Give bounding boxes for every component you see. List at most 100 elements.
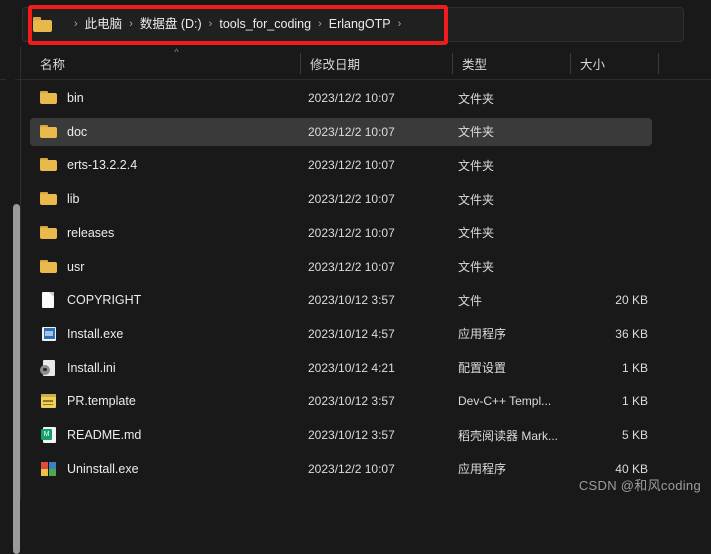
breadcrumb-separator: › xyxy=(74,18,78,30)
folder-icon xyxy=(40,157,58,173)
file-name-cell: COPYRIGHT xyxy=(40,286,141,314)
file-type-cell: 文件夹 xyxy=(458,158,495,173)
file-name-label: erts-13.2.2.4 xyxy=(67,158,138,173)
breadcrumb-separator: › xyxy=(208,18,213,30)
breadcrumb-separator: › xyxy=(397,18,402,30)
breadcrumb-item-1[interactable]: 此电脑 xyxy=(85,18,123,31)
file-date-cell: 2023/12/2 10:07 xyxy=(308,158,395,173)
file-type-cell: 应用程序 xyxy=(458,327,507,342)
file-type-cell: 配置设置 xyxy=(458,361,507,376)
file-row[interactable]: bin 2023/12/2 10:07 文件夹 xyxy=(30,84,652,112)
file-name-label: lib xyxy=(67,192,80,207)
breadcrumb-item-4[interactable]: ErlangOTP xyxy=(329,18,391,31)
breadcrumb-bar[interactable]: › 此电脑 › 数据盘 (D:) › tools_for_coding › ErlangOTP… xyxy=(22,7,684,42)
file-row[interactable]: Install.exe 2023/10/12 4:57 应用程序 36 KB xyxy=(30,320,652,348)
file-size-cell xyxy=(530,151,648,179)
file-date-cell: 2023/12/2 10:07 xyxy=(308,192,395,207)
breadcrumb: › 此电脑 › 数据盘 (D:) › tools_for_coding › ErlangOTP… xyxy=(67,8,408,41)
file-row[interactable]: releases 2023/12/2 10:07 文件夹 xyxy=(30,219,652,247)
file-name-label: Install.ini xyxy=(67,360,116,375)
file-row[interactable]: lib 2023/12/2 10:07 文件夹 xyxy=(30,185,652,213)
file-type-cell: 文件夹 xyxy=(458,125,495,140)
file-row[interactable]: Uninstall.exe 2023/12/2 10:07 应用程序 40 KB xyxy=(30,455,652,483)
file-name-cell: releases xyxy=(40,219,114,247)
file-size-cell xyxy=(530,219,648,247)
file-row[interactable]: Install.ini 2023/10/12 4:21 配置设置 1 KB xyxy=(30,354,652,382)
file-size-cell: 5 KB xyxy=(621,428,648,442)
file-type-cell: 文件夹 xyxy=(458,260,495,274)
file-date-cell: 2023/12/2 10:07 xyxy=(308,91,395,105)
column-header-date-modified[interactable]: 修改日期 xyxy=(300,47,452,79)
file-name-label: PR.template xyxy=(67,394,136,409)
folder-icon xyxy=(40,124,58,140)
file-list[interactable]: bin 2023/12/2 10:07 文件夹 doc 2023/12/2 10:07 文… xyxy=(0,79,711,500)
file-type-cell: 应用程序 xyxy=(458,462,507,477)
file-row[interactable]: doc 2023/12/2 10:07 文件夹 xyxy=(30,117,652,146)
pane-divider xyxy=(20,47,21,500)
column-header-row: 名称 ^ 修改日期 类型 大小 xyxy=(0,47,711,80)
folder-icon xyxy=(40,225,58,241)
file-name-label: releases xyxy=(67,225,115,240)
vertical-scrollbar-track[interactable] xyxy=(6,79,20,554)
file-date-cell: 2023/12/2 10:07 xyxy=(308,124,395,139)
file-name-cell: Uninstall.exe xyxy=(40,455,139,483)
file-name-label: usr xyxy=(67,259,85,274)
column-header-name[interactable]: 名称 xyxy=(30,47,300,79)
application-icon xyxy=(40,326,58,342)
file-row[interactable]: M README.md 2023/10/12 3:57 稻壳阅读器 Mark... 5 … xyxy=(30,421,652,449)
file-date-cell: 2023/12/2 10:07 xyxy=(308,461,395,476)
breadcrumb-separator: › xyxy=(318,18,322,30)
file-row[interactable]: erts-13.2.2.4 2023/12/2 10:07 文件夹 xyxy=(30,151,652,179)
file-name-cell: PR.template xyxy=(40,387,136,415)
folder-icon xyxy=(33,17,52,32)
vertical-scrollbar-thumb[interactable] xyxy=(13,204,20,554)
file-name-cell: doc xyxy=(40,118,87,146)
file-date-cell: 2023/10/12 3:57 xyxy=(308,394,395,409)
breadcrumb-item-3[interactable]: tools_for_coding xyxy=(219,18,311,31)
file-date-cell: 2023/10/12 4:21 xyxy=(308,360,395,375)
file-name-cell: lib xyxy=(40,185,80,213)
file-name-label: doc xyxy=(67,124,88,139)
file-type-cell: 文件夹 xyxy=(458,192,495,207)
file-name-label: COPYRIGHT xyxy=(67,293,142,308)
file-size-cell xyxy=(530,253,648,281)
file-name-cell: Install.exe xyxy=(40,320,123,348)
column-header-size[interactable]: 大小 xyxy=(570,47,658,79)
template-file-icon xyxy=(40,393,58,409)
file-name-cell: bin xyxy=(40,84,84,112)
markdown-file-icon: M xyxy=(40,427,58,443)
file-name-label: Uninstall.exe xyxy=(67,461,139,476)
file-name-cell: Install.ini xyxy=(40,354,116,382)
file-type-cell: 文件夹 xyxy=(458,91,495,106)
file-name-label: bin xyxy=(67,91,84,105)
file-row[interactable]: usr 2023/12/2 10:07 文件夹 xyxy=(30,253,652,281)
file-row[interactable]: PR.template 2023/10/12 3:57 Dev-C++ Templ.… xyxy=(30,387,652,415)
file-type-cell: 文件 xyxy=(458,293,483,308)
breadcrumb-item-2[interactable]: 数据盘 (D:) xyxy=(140,18,202,31)
file-type-cell: 文件夹 xyxy=(458,226,495,241)
settings-file-icon xyxy=(40,359,58,376)
sort-ascending-icon: ^ xyxy=(174,47,179,57)
file-date-cell: 2023/10/12 4:57 xyxy=(308,326,395,341)
folder-icon xyxy=(40,90,58,106)
file-name-cell: usr xyxy=(40,253,84,281)
watermark: CSDN @和风coding xyxy=(578,478,701,493)
file-size-cell: 36 KB xyxy=(615,326,648,341)
file-row[interactable]: COPYRIGHT 2023/10/12 3:57 文件 20 KB xyxy=(30,286,652,314)
column-divider[interactable] xyxy=(658,53,659,74)
page-icon xyxy=(40,292,58,309)
file-name-cell: erts-13.2.2.4 xyxy=(40,151,137,179)
file-size-cell xyxy=(530,118,648,146)
file-size-cell xyxy=(530,84,648,112)
file-size-cell: 20 KB xyxy=(615,293,648,308)
file-name-cell: M README.md xyxy=(40,421,141,449)
breadcrumb-separator: › xyxy=(129,18,133,30)
address-bar: › 此电脑 › 数据盘 (D:) › tools_for_coding › ErlangOTP… xyxy=(0,0,711,47)
file-size-cell: 1 KB xyxy=(621,360,648,375)
folder-icon xyxy=(40,191,58,207)
file-date-cell: 2023/12/2 10:07 xyxy=(308,225,395,240)
file-size-cell xyxy=(530,185,648,213)
file-name-label: README.md xyxy=(67,428,142,442)
column-header-type[interactable]: 类型 xyxy=(452,47,570,79)
file-date-cell: 2023/12/2 10:07 xyxy=(308,259,395,274)
